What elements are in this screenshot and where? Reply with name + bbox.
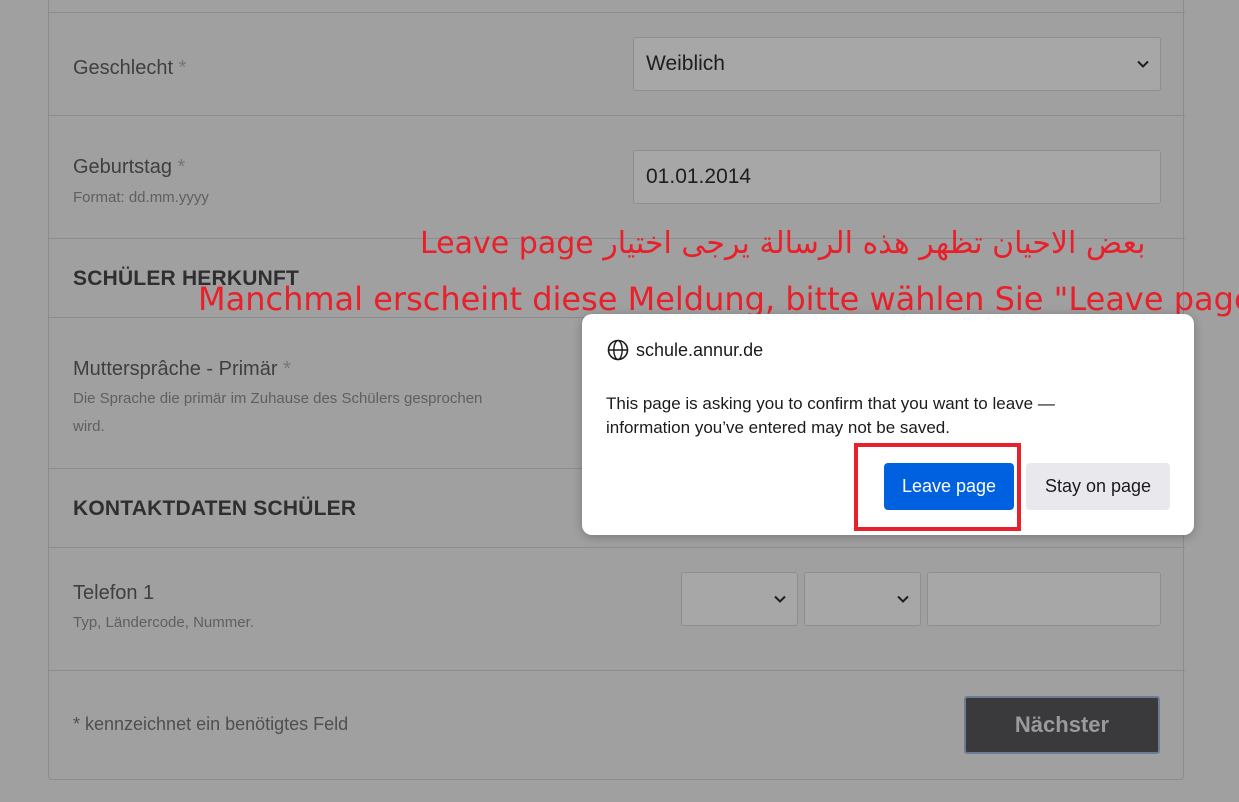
mother-tongue-label-text: Muttersprâche - Primär (73, 358, 278, 380)
chevron-down-icon (897, 595, 909, 603)
required-mark: * (178, 57, 187, 79)
chevron-down-icon (1137, 60, 1149, 68)
stay-on-page-button[interactable]: Stay on page (1026, 463, 1170, 510)
section-title-contact: KONTAKTDATEN SCHÜLER (73, 497, 357, 520)
phone-type-select[interactable] (681, 572, 798, 626)
birthday-input[interactable]: 01.01.2014 (633, 150, 1161, 204)
dialog-host: schule.annur.de (636, 340, 764, 360)
divider (49, 115, 1185, 116)
required-field-note: * kennzeichnet ein benötigtes Feld (73, 714, 349, 734)
gender-select[interactable]: Weiblich (633, 37, 1161, 91)
birthday-format-hint: Format: dd.mm.yyyy (73, 189, 209, 206)
gender-select-value: Weiblich (646, 52, 725, 75)
divider (49, 547, 1185, 548)
mother-tongue-label: Muttersprâche - Primär * (73, 358, 291, 381)
required-mark: * (177, 156, 186, 178)
divider (49, 12, 1185, 13)
gender-label: Geschlecht * (73, 57, 186, 80)
highlight-box (854, 443, 1021, 531)
globe-icon (607, 339, 629, 361)
phone-country-select[interactable] (804, 572, 921, 626)
phone-hint: Typ, Ländercode, Nummer. (73, 614, 254, 631)
birthday-label-text: Geburtstag (73, 156, 172, 178)
dialog-message: This page is asking you to confirm that … (606, 394, 1055, 437)
annotation-arabic: بعض الاحيان تظهر هذه الرسالة يرجى اختيار… (420, 226, 1146, 261)
phone-label: Telefon 1 (73, 582, 155, 604)
gender-label-text: Geschlecht (73, 57, 174, 79)
annotation-german: Manchmal erscheint diese Meldung, bitte … (198, 280, 1239, 318)
divider (49, 670, 1185, 671)
birthday-input-value: 01.01.2014 (646, 165, 752, 188)
mother-tongue-hint: Die Sprache die primär im Zuhause des Sc… (73, 390, 483, 435)
chevron-down-icon (774, 595, 786, 603)
phone-number-input[interactable] (927, 572, 1161, 626)
birthday-label: Geburtstag * (73, 156, 185, 179)
next-button[interactable]: Nächster (964, 696, 1160, 754)
required-mark: * (283, 358, 291, 380)
